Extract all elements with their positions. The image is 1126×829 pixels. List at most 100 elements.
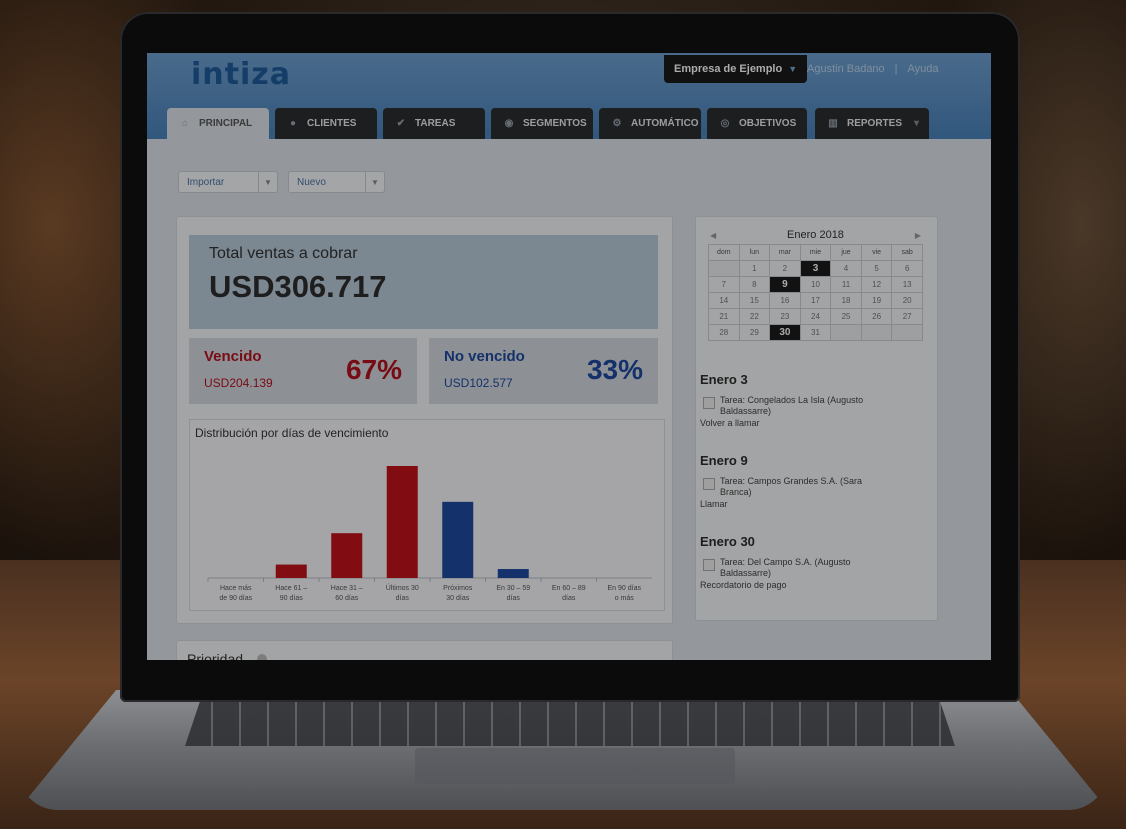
calendar-day[interactable]: 1 bbox=[738, 260, 771, 277]
tab-principal[interactable]: ⌂ PRINCIPAL bbox=[167, 108, 269, 139]
chart-bar-5[interactable] bbox=[497, 569, 529, 578]
tab-clientes[interactable]: ● CLIENTES bbox=[275, 108, 377, 139]
calendar-day[interactable]: 27 bbox=[891, 308, 923, 325]
task-checkbox[interactable] bbox=[703, 559, 715, 571]
calendar-week: 14 15 16 17 18 19 20 bbox=[708, 292, 923, 309]
x-tick-label-0-0: Hace más bbox=[220, 585, 252, 592]
tab-automatico[interactable]: ⚙ AUTOMÁTICO bbox=[599, 108, 701, 139]
calendar-day[interactable]: 9 bbox=[769, 276, 801, 293]
company-name: Empresa de Ejemplo bbox=[674, 63, 783, 75]
calendar-grid: dom lun mar mie jue vie sab 1 2 3 4 5 6 7 8 9 10 11 12 13 14… bbox=[708, 244, 923, 341]
calendar-day[interactable]: 7 bbox=[708, 276, 740, 293]
next-month-icon[interactable]: ▶ bbox=[915, 227, 921, 244]
chevron-down-icon: ▼ bbox=[788, 64, 798, 74]
calendar-day[interactable]: 20 bbox=[891, 292, 923, 309]
tab-label: REPORTES bbox=[847, 118, 903, 129]
calendar-day[interactable]: 11 bbox=[830, 276, 862, 293]
agenda-task[interactable]: Tarea: Congelados La Isla (Augusto Balda… bbox=[700, 395, 895, 417]
agenda-task[interactable]: Tarea: Campos Grandes S.A. (Sara Branca) bbox=[700, 476, 895, 498]
calendar-panel: ◀ Enero 2018 ▶ dom lun mar mie jue vie sab 1 2 3 4… bbox=[695, 216, 938, 621]
calendar-month-title: Enero 2018 bbox=[787, 229, 844, 241]
calendar-day[interactable]: 10 bbox=[799, 276, 832, 293]
calendar-day[interactable]: 29 bbox=[738, 324, 771, 341]
company-selector[interactable]: Empresa de Ejemplo ▼ bbox=[664, 55, 808, 83]
sales-summary-panel: Total ventas a cobrar USD306.717 Vencido… bbox=[176, 216, 673, 624]
x-tick-label-7-0: En 90 días bbox=[608, 585, 642, 592]
chevron-down-icon[interactable]: ▼ bbox=[365, 172, 384, 192]
x-tick-label-3-1: días bbox=[396, 595, 410, 602]
x-tick-label-5-0: En 30 – 59 bbox=[496, 585, 530, 592]
calendar-day[interactable]: 19 bbox=[860, 292, 893, 309]
calendar-empty-cell bbox=[891, 324, 923, 341]
weekday-label: sab bbox=[891, 244, 923, 261]
agenda-date: Enero 3 bbox=[700, 372, 748, 387]
calendar-day[interactable]: 28 bbox=[708, 324, 740, 341]
x-tick-label-1-1: 90 días bbox=[280, 595, 303, 602]
calendar-day[interactable]: 23 bbox=[769, 308, 801, 325]
calendar-day[interactable]: 30 bbox=[769, 324, 801, 341]
calendar-day[interactable]: 25 bbox=[830, 308, 862, 325]
prev-month-icon[interactable]: ◀ bbox=[710, 227, 716, 244]
tab-tareas[interactable]: ✔ TAREAS bbox=[383, 108, 485, 139]
calendar-day[interactable]: 17 bbox=[799, 292, 832, 309]
tab-dropdown-icon[interactable]: ▾ bbox=[914, 118, 919, 129]
tab-label: OBJETIVOS bbox=[739, 118, 797, 129]
overdue-title: Vencido bbox=[204, 348, 262, 365]
task-checkbox[interactable] bbox=[703, 478, 715, 490]
new-button[interactable]: Nuevo ▼ bbox=[288, 171, 385, 193]
x-tick-label-2-1: 60 días bbox=[335, 595, 358, 602]
calendar-day[interactable]: 22 bbox=[738, 308, 771, 325]
total-receivable-box: Total ventas a cobrar USD306.717 bbox=[189, 235, 658, 329]
priority-title: Prioridad bbox=[187, 651, 244, 660]
weekday-label: jue bbox=[830, 244, 862, 261]
aging-chart-svg: Hace más de 90 días Hace 61 – 90 días Hace 3… bbox=[207, 466, 652, 602]
chart-bar-1[interactable] bbox=[275, 564, 307, 578]
not-overdue-card[interactable]: No vencido USD102.577 33% bbox=[429, 338, 658, 404]
chart-bar-3[interactable] bbox=[386, 466, 418, 578]
target-icon: ◎ bbox=[720, 118, 730, 129]
calendar-day[interactable]: 21 bbox=[708, 308, 740, 325]
agenda-task[interactable]: Tarea: Del Campo S.A. (Augusto Baldassar… bbox=[700, 557, 895, 579]
calendar-day[interactable]: 6 bbox=[891, 260, 923, 277]
calendar-day[interactable]: 16 bbox=[769, 292, 801, 309]
calendar-day[interactable]: 12 bbox=[860, 276, 893, 293]
calendar-day[interactable]: 3 bbox=[799, 260, 832, 277]
calendar-day[interactable]: 8 bbox=[738, 276, 771, 293]
chevron-down-icon[interactable]: ▼ bbox=[258, 172, 277, 192]
laptop-trackpad bbox=[415, 748, 735, 784]
chart-bar-2[interactable] bbox=[331, 533, 363, 578]
not-overdue-percent: 33% bbox=[586, 354, 643, 385]
calendar-week: 7 8 9 10 11 12 13 bbox=[708, 276, 923, 293]
import-button[interactable]: Importar ▼ bbox=[178, 171, 278, 193]
calendar-day[interactable]: 4 bbox=[830, 260, 862, 277]
agenda-item: Enero 30 Tarea: Del Campo S.A. (Augusto B… bbox=[700, 534, 930, 590]
check-icon: ✔ bbox=[396, 118, 406, 129]
tab-segmentos[interactable]: ◉ SEGMENTOS bbox=[491, 108, 593, 139]
help-link[interactable]: Ayuda bbox=[908, 63, 939, 75]
calendar-day[interactable]: 31 bbox=[799, 324, 832, 341]
tab-objetivos[interactable]: ◎ OBJETIVOS bbox=[707, 108, 807, 139]
calendar-week: 28 29 30 31 bbox=[708, 324, 923, 341]
calendar: ◀ Enero 2018 ▶ dom lun mar mie jue vie sab 1 2 3 4… bbox=[708, 227, 923, 341]
overdue-amount: USD204.139 bbox=[204, 376, 273, 390]
gears-icon: ⚙ bbox=[612, 118, 622, 129]
app-logo[interactable]: intiza bbox=[191, 57, 291, 92]
calendar-day[interactable]: 15 bbox=[738, 292, 771, 309]
info-icon[interactable] bbox=[257, 654, 267, 660]
task-checkbox[interactable] bbox=[703, 397, 715, 409]
calendar-day[interactable]: 14 bbox=[708, 292, 740, 309]
calendar-day[interactable]: 2 bbox=[769, 260, 801, 277]
chart-bar-4[interactable] bbox=[442, 501, 474, 578]
calendar-day[interactable]: 18 bbox=[830, 292, 862, 309]
task-note: Volver a llamar bbox=[700, 418, 760, 428]
tab-reportes[interactable]: ▥ REPORTES ▾ bbox=[815, 108, 929, 139]
agenda-date: Enero 9 bbox=[700, 453, 748, 468]
calendar-day[interactable]: 5 bbox=[860, 260, 893, 277]
calendar-day[interactable]: 24 bbox=[799, 308, 832, 325]
calendar-day[interactable]: 13 bbox=[891, 276, 923, 293]
calendar-day[interactable]: 26 bbox=[860, 308, 893, 325]
overdue-card[interactable]: Vencido USD204.139 67% bbox=[189, 338, 417, 404]
home-icon: ⌂ bbox=[181, 118, 189, 129]
user-name-link[interactable]: Agustin Badano bbox=[807, 63, 885, 75]
weekday-row: dom lun mar mie jue vie sab bbox=[708, 244, 923, 261]
